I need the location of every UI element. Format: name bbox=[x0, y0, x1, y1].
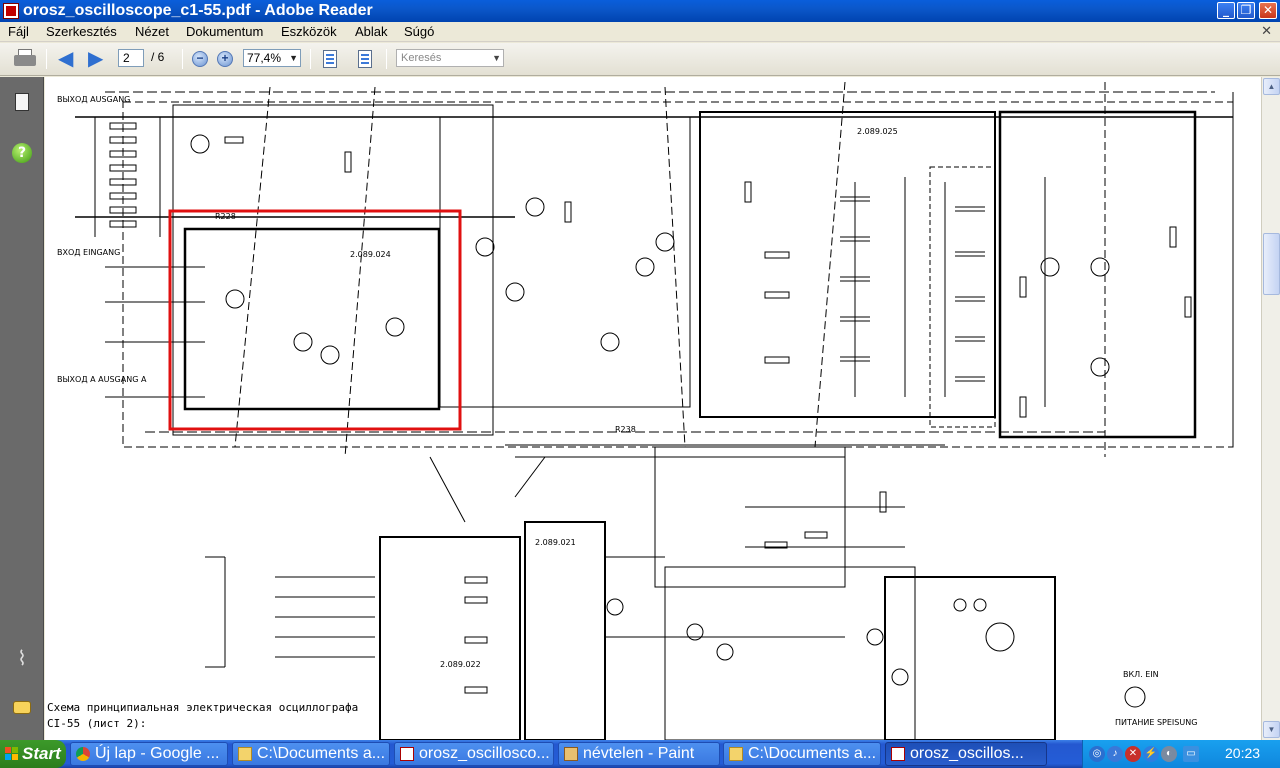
adobe-reader-window: orosz_oscilloscope_c1-55.pdf - Adobe Rea… bbox=[0, 0, 1280, 740]
toolbar-separator bbox=[182, 49, 183, 69]
task-button[interactable]: C:\Documents a... bbox=[723, 742, 881, 766]
system-tray: ◎ ♪ ✕ ⚡ ◐ ▭ 20:23 bbox=[1082, 740, 1280, 768]
task-label: C:\Documents a... bbox=[257, 745, 386, 762]
page-number-input[interactable]: 2 bbox=[118, 49, 144, 67]
start-button[interactable]: Start bbox=[0, 740, 66, 768]
task-label: orosz_oscillos... bbox=[910, 745, 1024, 762]
zoom-out-button[interactable]: − bbox=[192, 48, 210, 70]
search-placeholder: Keresés bbox=[401, 52, 442, 64]
task-button[interactable]: orosz_oscillosco... bbox=[394, 742, 554, 766]
chevron-down-icon[interactable]: ▼ bbox=[289, 50, 298, 66]
schematic-caption: Схема принципиальная электрическая осцил… bbox=[47, 700, 358, 732]
help-icon[interactable]: ? bbox=[10, 141, 34, 165]
fit-page-button[interactable] bbox=[320, 48, 340, 70]
display-icon[interactable]: ▭ bbox=[1183, 746, 1199, 762]
label-board1: 2.089.024 bbox=[350, 250, 391, 259]
task-label: Új lap - Google ... bbox=[95, 745, 220, 762]
menu-window[interactable]: Ablak bbox=[355, 24, 388, 39]
toolbar: ◀ ▶ − + bbox=[0, 43, 1280, 76]
task-label: névtelen - Paint bbox=[583, 745, 695, 762]
clock[interactable]: 20:23 bbox=[1225, 745, 1260, 761]
volume-icon[interactable]: ♪ bbox=[1107, 746, 1123, 762]
label-board2: 2.089.025 bbox=[857, 127, 898, 136]
label-r228: R228 bbox=[215, 212, 236, 221]
label-pitanie: ПИТАНИЕ SPEISUNG bbox=[1115, 718, 1197, 727]
next-page-button[interactable]: ▶ bbox=[88, 48, 110, 70]
paperclip-icon[interactable]: ⌇ bbox=[10, 647, 34, 671]
security-icon[interactable]: ✕ bbox=[1125, 746, 1141, 762]
task-button[interactable]: Új lap - Google ... bbox=[70, 742, 228, 766]
navigation-pane: ? ⌇ bbox=[0, 77, 44, 740]
task-label: C:\Documents a... bbox=[748, 745, 877, 762]
menu-help[interactable]: Súgó bbox=[404, 24, 434, 39]
arrow-right-icon: ▶ bbox=[88, 48, 104, 70]
toolbar-separator bbox=[310, 49, 311, 69]
scroll-up-button[interactable]: ▲ bbox=[1263, 78, 1280, 95]
scroll-down-button[interactable]: ▼ bbox=[1263, 721, 1280, 738]
pdf-icon bbox=[400, 747, 414, 761]
label-vkhod: ВХОД EINGANG bbox=[57, 248, 120, 257]
menu-document[interactable]: Dokumentum bbox=[186, 24, 263, 39]
update-icon[interactable]: ◐ bbox=[1161, 746, 1177, 762]
schematic-drawing: ВЫХОД AUSGANG ВХОД EINGANG ВЫХОД А AUSGA… bbox=[57, 81, 1234, 740]
caption-line-2: CI-55 (лист 2): bbox=[47, 717, 147, 730]
document-view[interactable]: ВЫХОД AUSGANG ВХОД EINGANG ВЫХОД А AUSGA… bbox=[45, 77, 1261, 740]
zoom-level-value: 77,4% bbox=[247, 51, 282, 65]
pdf-app-icon[interactable] bbox=[3, 3, 19, 19]
toolbar-separator bbox=[46, 49, 47, 69]
label-vkl: ВКЛ. EIN bbox=[1123, 670, 1159, 679]
search-input[interactable]: Keresés ▼ bbox=[396, 49, 504, 67]
label-vykhod: ВЫХОД AUSGANG bbox=[57, 95, 130, 104]
task-button[interactable]: C:\Documents a... bbox=[232, 742, 390, 766]
close-document-icon[interactable]: ✕ bbox=[1261, 23, 1272, 39]
title-bar[interactable]: orosz_oscilloscope_c1-55.pdf - Adobe Rea… bbox=[0, 0, 1280, 22]
page-total: / 6 bbox=[151, 50, 165, 64]
print-button[interactable] bbox=[12, 48, 38, 70]
label-r238: R238 bbox=[615, 425, 636, 434]
zoom-out-icon: − bbox=[192, 51, 208, 67]
zoom-level-input[interactable]: 77,4% ▼ bbox=[243, 49, 301, 67]
label-board4: 2.089.022 bbox=[440, 660, 481, 669]
task-button[interactable]: névtelen - Paint bbox=[558, 742, 720, 766]
menu-edit[interactable]: Szerkesztés bbox=[46, 24, 117, 39]
fit-page-icon bbox=[323, 50, 337, 68]
folder-icon bbox=[238, 747, 252, 761]
zoom-in-icon: + bbox=[217, 51, 233, 67]
comments-icon[interactable] bbox=[10, 697, 34, 721]
zoom-in-button[interactable]: + bbox=[217, 48, 235, 70]
scroll-thumb[interactable] bbox=[1263, 233, 1280, 295]
highlight-box bbox=[168, 209, 462, 431]
fit-width-icon bbox=[358, 50, 372, 68]
pdf-icon bbox=[891, 747, 905, 761]
pages-icon[interactable] bbox=[10, 91, 34, 115]
caption-line-1: Схема принципиальная электрическая осцил… bbox=[47, 701, 359, 714]
paint-icon bbox=[564, 747, 578, 761]
menu-tools[interactable]: Eszközök bbox=[281, 24, 337, 39]
close-button[interactable]: ✕ bbox=[1259, 2, 1277, 19]
arrow-left-icon: ◀ bbox=[58, 48, 74, 70]
vertical-scrollbar[interactable]: ▲ ▼ bbox=[1261, 77, 1280, 740]
windows-logo-icon bbox=[5, 747, 19, 761]
menu-file[interactable]: Fájl bbox=[8, 24, 29, 39]
label-board3: 2.089.021 bbox=[535, 538, 576, 547]
label-vykhod-a: ВЫХОД А AUSGANG A bbox=[57, 375, 147, 384]
menu-bar: Fájl Szerkesztés Nézet Dokumentum Eszköz… bbox=[0, 22, 1280, 42]
previous-page-button[interactable]: ◀ bbox=[58, 48, 80, 70]
chrome-icon bbox=[76, 747, 90, 761]
task-label: orosz_oscillosco... bbox=[419, 745, 550, 762]
toolbar-separator bbox=[386, 49, 387, 69]
folder-icon bbox=[729, 747, 743, 761]
start-label: Start bbox=[22, 744, 61, 763]
network-icon[interactable]: ◎ bbox=[1089, 746, 1105, 762]
fit-width-button[interactable] bbox=[355, 48, 375, 70]
menu-view[interactable]: Nézet bbox=[135, 24, 169, 39]
chevron-down-icon[interactable]: ▼ bbox=[492, 50, 501, 66]
usb-icon[interactable]: ⚡ bbox=[1143, 746, 1159, 762]
taskbar: Start Új lap - Google ... C:\Documents a… bbox=[0, 740, 1280, 768]
minimize-button[interactable]: _ bbox=[1217, 2, 1235, 19]
maximize-button[interactable]: ❐ bbox=[1237, 2, 1255, 19]
window-title: orosz_oscilloscope_c1-55.pdf - Adobe Rea… bbox=[23, 2, 373, 19]
task-button-active[interactable]: orosz_oscillos... bbox=[885, 742, 1047, 766]
